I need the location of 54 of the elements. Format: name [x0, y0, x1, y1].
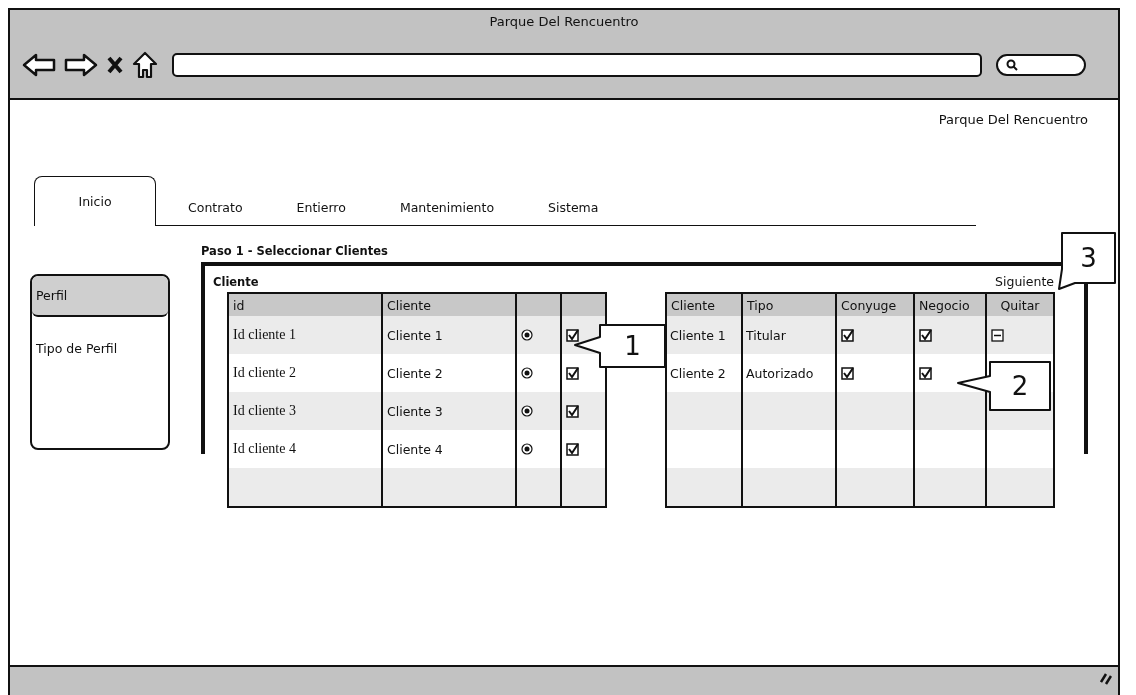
resize-grip-icon[interactable] — [1100, 673, 1112, 685]
site-title: Parque Del Rencuentro — [938, 112, 1088, 127]
checked-checkbox[interactable] — [566, 404, 579, 418]
search-field[interactable] — [996, 54, 1086, 76]
back-arrow-icon[interactable] — [22, 53, 56, 77]
column-header: Conyuge — [836, 293, 914, 316]
table-cell: Cliente 4 — [382, 430, 516, 468]
selected-radio-button[interactable] — [521, 329, 533, 341]
table-cell: Cliente 2 — [666, 354, 742, 392]
column-header: id — [228, 293, 382, 316]
selected-radio-button[interactable] — [521, 405, 533, 417]
remove-icon[interactable] — [991, 328, 1004, 342]
table-cell: Cliente 1 — [382, 316, 516, 354]
column-header: Quitar — [986, 293, 1054, 316]
checked-checkbox[interactable] — [919, 328, 932, 342]
table-cell: Id cliente 2 — [228, 354, 382, 392]
checked-checkbox[interactable] — [841, 366, 854, 380]
checked-checkbox[interactable] — [841, 328, 854, 342]
sidebar-item[interactable]: Perfil — [32, 276, 168, 317]
close-icon[interactable] — [106, 55, 124, 75]
selected-radio-button[interactable] — [521, 443, 533, 455]
column-header: Cliente — [666, 293, 742, 316]
forward-arrow-icon[interactable] — [64, 53, 98, 77]
callout-number: 1 — [624, 333, 641, 359]
table-cell: Cliente 3 — [382, 392, 516, 430]
table-cell: Autorizado — [742, 354, 836, 392]
column-header: Cliente — [382, 293, 516, 316]
table-cell: Id cliente 3 — [228, 392, 382, 430]
home-icon[interactable] — [132, 51, 158, 79]
checked-checkbox[interactable] — [566, 366, 579, 380]
tab[interactable]: Contrato — [170, 200, 261, 225]
tab[interactable]: Inicio — [34, 176, 156, 226]
table-cell: Id cliente 4 — [228, 430, 382, 468]
window-title: Parque Del Rencuentro — [489, 14, 639, 29]
column-header: Tipo — [742, 293, 836, 316]
column-header: Negocio — [914, 293, 986, 316]
table-cell: Cliente 2 — [382, 354, 516, 392]
table-cell: Id cliente 1 — [228, 316, 382, 354]
table-cell: Cliente 1 — [666, 316, 742, 354]
checked-checkbox[interactable] — [566, 328, 579, 342]
next-link[interactable]: Siguiente — [995, 274, 1054, 289]
search-icon — [1006, 59, 1018, 71]
tab[interactable]: Sistema — [530, 200, 617, 225]
address-field[interactable] — [172, 53, 982, 77]
checked-checkbox[interactable] — [566, 442, 579, 456]
panel-title: Cliente — [213, 274, 259, 289]
tab[interactable]: Entierro — [278, 200, 364, 225]
callout-number: 3 — [1080, 245, 1097, 271]
tab[interactable]: Mantenimiento — [381, 200, 513, 225]
table-cell: Titular — [742, 316, 836, 354]
selected-radio-button[interactable] — [521, 367, 533, 379]
checked-checkbox[interactable] — [919, 366, 932, 380]
callout-number: 2 — [1011, 373, 1029, 399]
step-title: Paso 1 - Seleccionar Clientes — [201, 244, 389, 258]
